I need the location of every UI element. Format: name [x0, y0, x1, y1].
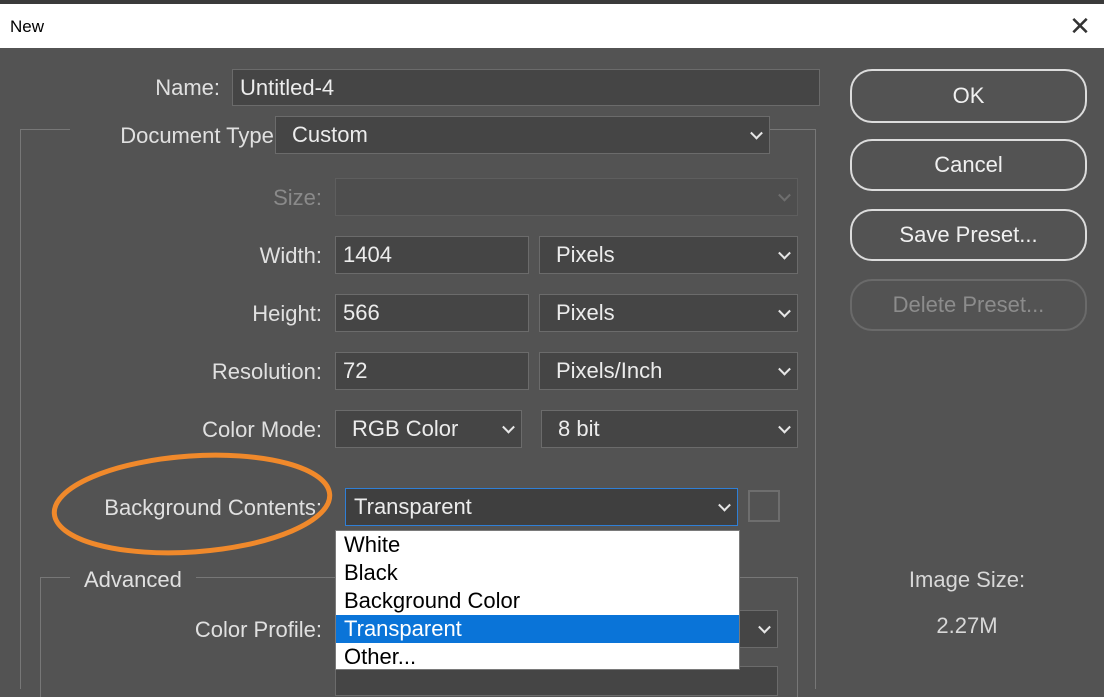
- resolution-input[interactable]: 72: [335, 352, 529, 390]
- height-unit-value: Pixels: [556, 300, 615, 325]
- width-unit-select[interactable]: Pixels: [539, 236, 798, 274]
- image-size-value: 2.27M: [936, 613, 998, 638]
- advanced-label[interactable]: Advanced: [70, 567, 196, 593]
- document-type-label: Document Type:: [70, 123, 284, 149]
- color-mode-label: Color Mode:: [202, 417, 322, 442]
- document-type-value: Custom: [292, 122, 368, 147]
- resolution-label: Resolution:: [211, 359, 322, 384]
- name-input[interactable]: Untitled-4: [232, 69, 820, 106]
- width-label: Width:: [259, 243, 322, 268]
- background-contents-dropdown[interactable]: White Black Background Color Transparent…: [335, 530, 740, 670]
- background-contents-value: Transparent: [354, 494, 472, 519]
- height-label: Height:: [252, 301, 322, 326]
- height-input[interactable]: 566: [335, 294, 529, 332]
- name-input-value: Untitled-4: [240, 74, 335, 100]
- resolution-unit-select[interactable]: Pixels/Inch: [539, 352, 798, 390]
- dropdown-option-background-color[interactable]: Background Color: [336, 587, 739, 615]
- chevron-down-icon: [502, 420, 515, 434]
- name-label: Name:: [155, 75, 220, 100]
- title-bar: New ✕: [0, 4, 1104, 48]
- chevron-down-icon: [778, 246, 791, 260]
- close-icon[interactable]: ✕: [1064, 10, 1096, 42]
- size-label: Size:: [273, 185, 322, 210]
- chevron-down-icon: [750, 126, 763, 140]
- dropdown-option-white[interactable]: White: [336, 531, 739, 559]
- save-preset-button[interactable]: Save Preset...: [850, 209, 1087, 261]
- background-contents-label: Background Contents:: [104, 495, 322, 520]
- chevron-down-icon: [778, 188, 791, 202]
- background-contents-select[interactable]: Transparent: [345, 488, 738, 526]
- bit-depth-value: 8 bit: [558, 416, 600, 441]
- dropdown-option-black[interactable]: Black: [336, 559, 739, 587]
- width-unit-value: Pixels: [556, 242, 615, 267]
- image-size-label: Image Size:: [908, 567, 1026, 592]
- chevron-down-icon: [758, 620, 771, 634]
- bit-depth-select[interactable]: 8 bit: [541, 410, 798, 448]
- chevron-down-icon: [778, 420, 791, 434]
- window-title: New: [10, 17, 45, 36]
- height-unit-select[interactable]: Pixels: [539, 294, 798, 332]
- cancel-button[interactable]: Cancel: [850, 139, 1087, 191]
- background-color-swatch[interactable]: [748, 490, 780, 522]
- chevron-down-icon: [718, 498, 731, 512]
- document-type-select[interactable]: Custom: [275, 116, 770, 154]
- dropdown-option-transparent[interactable]: Transparent: [336, 615, 739, 643]
- width-value: 1404: [343, 242, 392, 267]
- height-value: 566: [343, 300, 380, 325]
- delete-preset-button: Delete Preset...: [850, 279, 1087, 331]
- color-mode-value: RGB Color: [352, 416, 459, 441]
- color-profile-label: Color Profile:: [194, 617, 322, 642]
- chevron-down-icon: [778, 304, 791, 318]
- color-mode-select[interactable]: RGB Color: [335, 410, 522, 448]
- resolution-unit-value: Pixels/Inch: [556, 358, 663, 383]
- chevron-down-icon: [778, 362, 791, 376]
- resolution-value: 72: [343, 358, 368, 383]
- width-input[interactable]: 1404: [335, 236, 529, 274]
- ok-button[interactable]: OK: [850, 69, 1087, 123]
- dropdown-option-other[interactable]: Other...: [336, 643, 739, 671]
- size-select: [335, 178, 798, 216]
